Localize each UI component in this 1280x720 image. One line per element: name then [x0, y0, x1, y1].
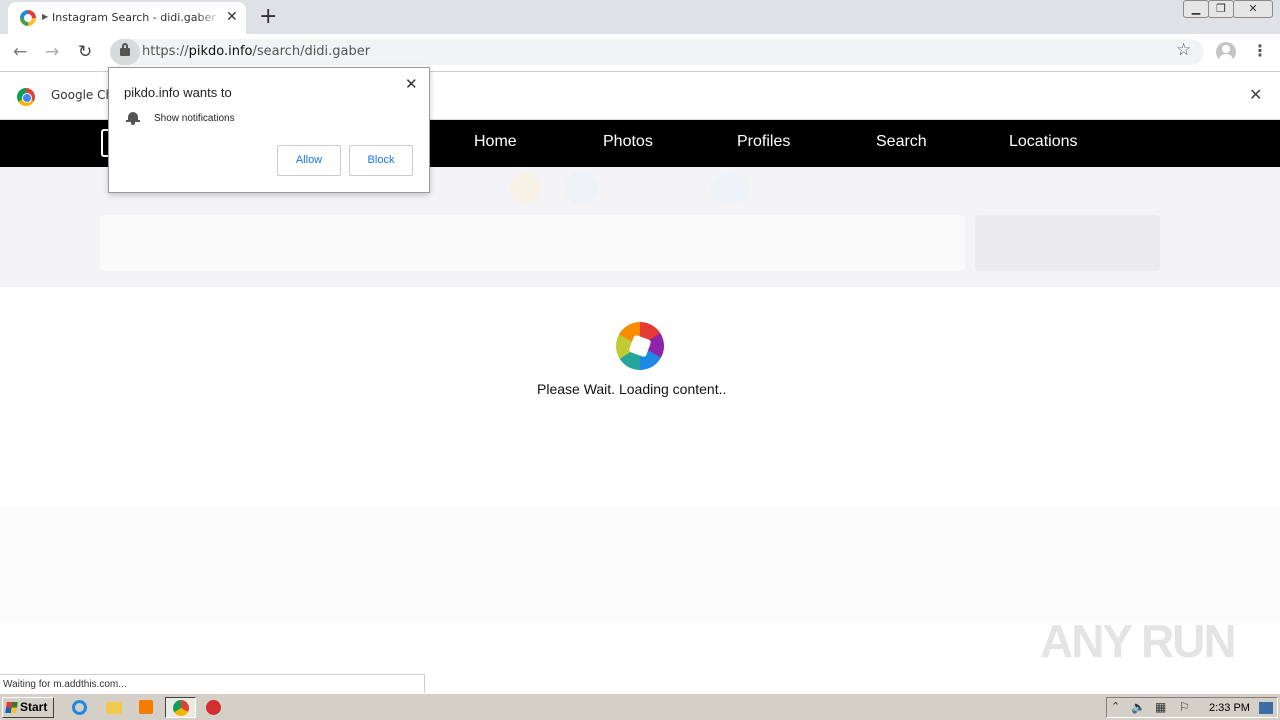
prompt-title: pikdo.info wants to — [124, 85, 232, 100]
lock-icon — [120, 43, 130, 56]
reload-icon[interactable]: ↻ — [78, 42, 92, 62]
forward-icon[interactable]: → — [45, 42, 59, 62]
decorative-shape — [510, 173, 540, 203]
start-label: Start — [20, 700, 48, 714]
back-icon[interactable]: ← — [13, 42, 27, 62]
site-footer — [0, 507, 1280, 622]
nav-search[interactable]: Search — [876, 133, 927, 151]
info-bar-text: Google Ch — [51, 88, 114, 102]
prompt-permission-text: Show notifications — [154, 113, 235, 124]
loading-message: Please Wait. Loading content.. — [537, 381, 727, 397]
menu-icon[interactable]: ⋮ — [1252, 41, 1268, 60]
chrome-logo-icon — [17, 88, 35, 106]
site-info-button[interactable] — [110, 39, 140, 65]
opera-icon[interactable] — [206, 700, 221, 715]
restore-window-icon[interactable]: ❐ — [1208, 0, 1234, 18]
browser-tab[interactable]: ▶ Instagram Search - didi.gaber - Search… — [8, 2, 246, 34]
clock[interactable]: 2:33 PM — [1209, 702, 1250, 714]
notification-permission-prompt: pikdo.info wants to ✕ Show notifications… — [108, 67, 430, 193]
speaker-icon[interactable]: 🔈 — [1131, 700, 1146, 714]
new-tab-icon[interactable]: + — [259, 4, 277, 29]
watermark-logo: ANY RUN — [1040, 615, 1237, 667]
nav-home[interactable]: Home — [474, 133, 517, 151]
decorative-shape — [710, 173, 750, 205]
url-scheme: https:// — [142, 44, 189, 59]
nav-profiles[interactable]: Profiles — [737, 133, 790, 151]
windows-taskbar: Start ⌃ 🔈 ▦ ⚐ 2:33 PM — [0, 693, 1280, 720]
site-search-input[interactable] — [100, 215, 965, 271]
chrome-taskbar-button[interactable] — [165, 697, 196, 718]
nav-locations[interactable]: Locations — [1009, 133, 1078, 151]
ie-icon[interactable] — [72, 700, 87, 715]
bell-icon — [126, 112, 140, 125]
prompt-close-icon[interactable]: ✕ — [405, 75, 418, 93]
system-tray: ⌃ 🔈 ▦ ⚐ 2:33 PM — [1106, 697, 1278, 718]
tab-title: Instagram Search - didi.gaber - Search — [52, 11, 222, 24]
nav-photos[interactable]: Photos — [603, 133, 653, 151]
audio-indicator-icon: ▶ — [42, 12, 49, 21]
site-search-button[interactable] — [975, 215, 1160, 271]
network-icon[interactable]: ▦ — [1155, 700, 1166, 714]
start-button[interactable]: Start — [2, 697, 54, 718]
close-window-icon[interactable]: ✕ — [1233, 0, 1273, 18]
info-bar-close-icon[interactable]: ✕ — [1249, 85, 1262, 104]
profile-icon[interactable] — [1216, 42, 1236, 62]
media-player-icon[interactable] — [139, 700, 153, 714]
bookmark-star-icon[interactable]: ☆ — [1176, 40, 1191, 60]
allow-button[interactable]: Allow — [277, 145, 341, 176]
tab-strip: ▶ Instagram Search - didi.gaber - Search… — [0, 0, 1280, 34]
block-button[interactable]: Block — [349, 145, 413, 176]
browser-status-bar: Waiting for m.addthis.com... — [0, 674, 425, 693]
site-favicon-icon — [20, 10, 36, 26]
loading-spinner-icon — [616, 322, 664, 370]
minimize-window-icon[interactable]: ▁ — [1183, 0, 1209, 18]
url-host: pikdo.info — [188, 44, 253, 59]
tab-close-icon[interactable]: ✕ — [226, 9, 238, 25]
show-desktop-icon[interactable] — [1259, 702, 1273, 714]
url-path: /search/didi.gaber — [252, 44, 371, 59]
windows-flag-icon — [5, 702, 18, 713]
address-bar[interactable]: https://pikdo.info/search/didi.gaber — [110, 39, 1204, 65]
show-hidden-icons-icon[interactable]: ⌃ — [1111, 700, 1120, 713]
url-text[interactable]: https://pikdo.info/search/didi.gaber — [142, 44, 370, 59]
chrome-taskbar-icon — [173, 700, 189, 716]
folder-icon[interactable] — [106, 702, 122, 714]
flag-icon[interactable]: ⚐ — [1179, 700, 1190, 714]
decorative-shape — [565, 171, 599, 205]
